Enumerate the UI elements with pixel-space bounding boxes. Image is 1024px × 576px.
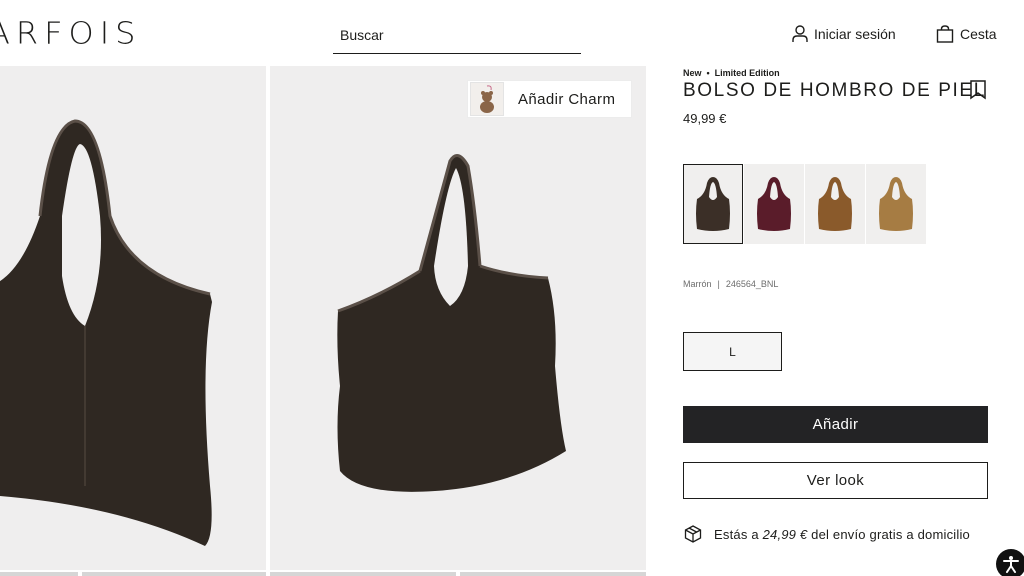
reference-code: 246564_BNL <box>725 279 779 289</box>
color-name: Marrón <box>683 279 712 289</box>
thumbnail[interactable] <box>460 572 646 576</box>
product-image-front[interactable] <box>0 66 266 570</box>
wishlist-bookmark-icon[interactable] <box>969 80 987 105</box>
product-gallery <box>0 66 646 576</box>
package-icon <box>684 525 702 543</box>
bag-thumbnail-icon <box>818 177 852 231</box>
view-look-button[interactable]: Ver look <box>683 462 988 499</box>
reference-separator: | <box>717 279 720 289</box>
site-header: ARFOIS Iniciar sesión Cesta <box>0 0 1024 66</box>
bag-icon <box>936 25 954 43</box>
shipping-prefix: Estás a <box>714 526 759 542</box>
accessibility-icon[interactable] <box>996 549 1024 576</box>
color-swatch[interactable] <box>866 164 926 244</box>
login-link[interactable]: Iniciar sesión <box>792 25 896 43</box>
shipping-suffix: del envío gratis a domicilio <box>811 526 970 542</box>
tag-new: New <box>683 68 702 78</box>
charm-label: Añadir Charm <box>518 90 616 108</box>
thumbnail[interactable] <box>0 572 78 576</box>
cart-link[interactable]: Cesta <box>936 25 997 43</box>
bag-thumbnail-icon <box>879 177 913 231</box>
bag-thumbnail-icon <box>757 177 791 231</box>
color-swatch[interactable] <box>744 164 804 244</box>
product-image-side[interactable] <box>270 66 646 570</box>
product-price: 49,99 € <box>683 111 727 126</box>
color-swatch[interactable] <box>683 164 743 244</box>
product-tags: New • Limited Edition <box>683 68 780 78</box>
shipping-text: Estás a 24,99 € del envío gratis a domic… <box>714 527 970 542</box>
product-reference: Marrón | 246564_BNL <box>683 279 778 289</box>
add-to-cart-button[interactable]: Añadir <box>683 406 988 443</box>
search-input[interactable] <box>333 20 581 50</box>
brand-logo[interactable]: ARFOIS <box>0 15 141 51</box>
teddy-charm-icon <box>470 82 504 116</box>
search-box[interactable] <box>333 20 581 54</box>
shipping-amount: 24,99 € <box>762 526 808 542</box>
tag-separator: • <box>706 68 710 78</box>
thumbnail-strip <box>0 572 646 576</box>
tag-limited: Limited Edition <box>714 68 780 78</box>
thumbnail[interactable] <box>82 572 266 576</box>
user-icon <box>792 25 808 43</box>
color-swatches <box>683 164 926 244</box>
color-swatch[interactable] <box>805 164 865 244</box>
cart-label: Cesta <box>960 26 997 42</box>
bag-thumbnail-icon <box>696 177 730 231</box>
login-label: Iniciar sesión <box>814 26 896 42</box>
product-title: BOLSO DE HOMBRO DE PIEL <box>683 80 986 101</box>
free-shipping-notice: Estás a 24,99 € del envío gratis a domic… <box>684 525 970 543</box>
add-charm-button[interactable]: Añadir Charm <box>467 80 632 118</box>
size-option[interactable]: L <box>683 332 782 371</box>
thumbnail[interactable] <box>270 572 456 576</box>
